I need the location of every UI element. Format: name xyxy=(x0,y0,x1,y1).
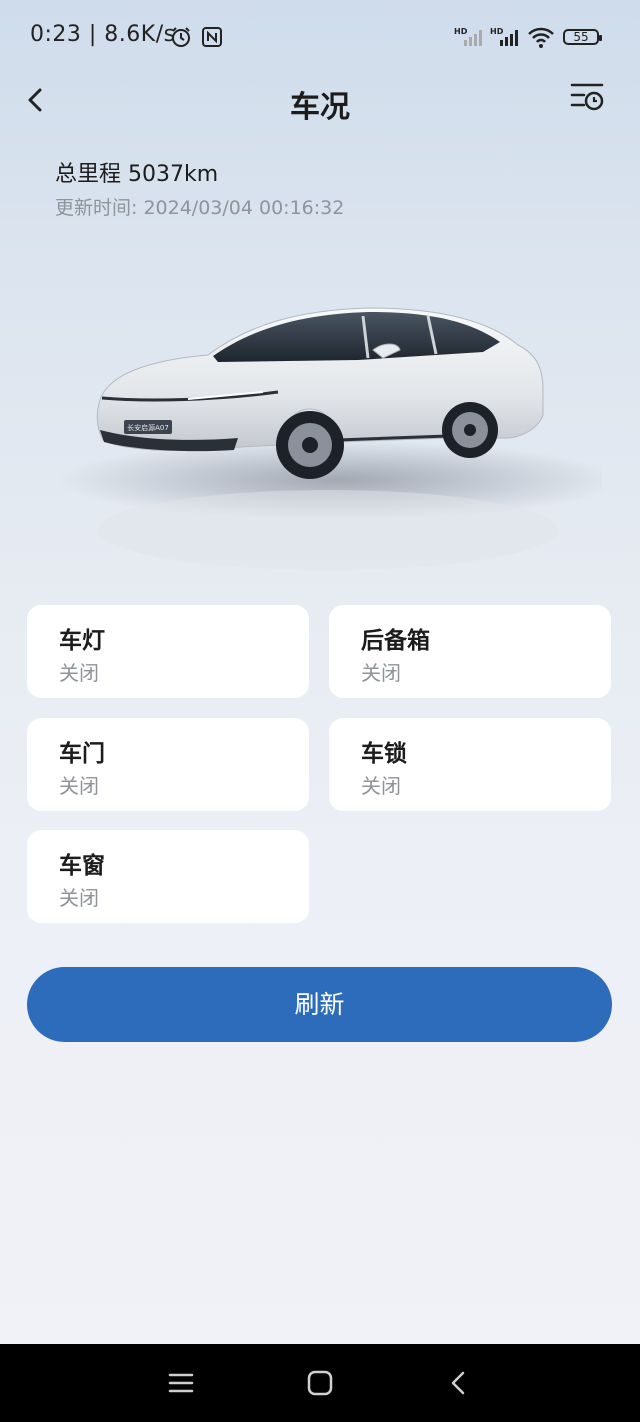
card-value: 关闭 xyxy=(59,661,99,685)
signal-hd-icon: HD xyxy=(490,26,522,52)
card-value: 关闭 xyxy=(59,886,99,910)
status-card-trunk: 后备箱 关闭 xyxy=(329,605,611,698)
card-value: 关闭 xyxy=(59,774,99,798)
total-mileage: 总里程 5037km xyxy=(55,162,219,187)
back-triangle-icon[interactable] xyxy=(444,1368,474,1398)
card-label: 车门 xyxy=(59,741,105,767)
battery-icon: 55 xyxy=(563,29,602,45)
update-time: 更新时间: 2024/03/04 00:16:32 xyxy=(55,197,345,219)
menu-icon[interactable] xyxy=(166,1368,196,1398)
nfc-icon xyxy=(202,27,222,51)
card-label: 车窗 xyxy=(59,853,105,879)
card-value: 关闭 xyxy=(361,661,401,685)
status-card-lights: 车灯 关闭 xyxy=(27,605,309,698)
home-square-icon[interactable] xyxy=(305,1368,335,1398)
status-time: 0:23 | 8.6K/s xyxy=(30,22,176,47)
status-card-lock: 车锁 关闭 xyxy=(329,718,611,811)
history-button[interactable] xyxy=(570,82,606,112)
card-label: 后备箱 xyxy=(361,628,430,654)
card-label: 车灯 xyxy=(59,628,105,654)
wifi-icon xyxy=(527,27,555,53)
svg-text:HD: HD xyxy=(490,27,504,36)
card-label: 车锁 xyxy=(361,741,407,767)
refresh-button[interactable]: 刷新 xyxy=(27,967,612,1042)
card-value: 关闭 xyxy=(361,774,401,798)
signal-hd-icon: HD xyxy=(454,26,486,52)
history-list-icon xyxy=(570,83,604,111)
svg-text:HD: HD xyxy=(454,27,468,36)
car-image: 长安启源A07 xyxy=(38,280,618,580)
alarm-icon xyxy=(170,26,192,52)
status-card-windows: 车窗 关闭 xyxy=(27,830,309,923)
status-bar: 0:23 | 8.6K/s HD HD 55 xyxy=(0,0,640,72)
license-plate-text: 长安启源A07 xyxy=(127,423,169,432)
page-title: 车况 xyxy=(290,90,350,125)
status-card-doors: 车门 关闭 xyxy=(27,718,309,811)
system-nav-bar xyxy=(0,1344,640,1422)
